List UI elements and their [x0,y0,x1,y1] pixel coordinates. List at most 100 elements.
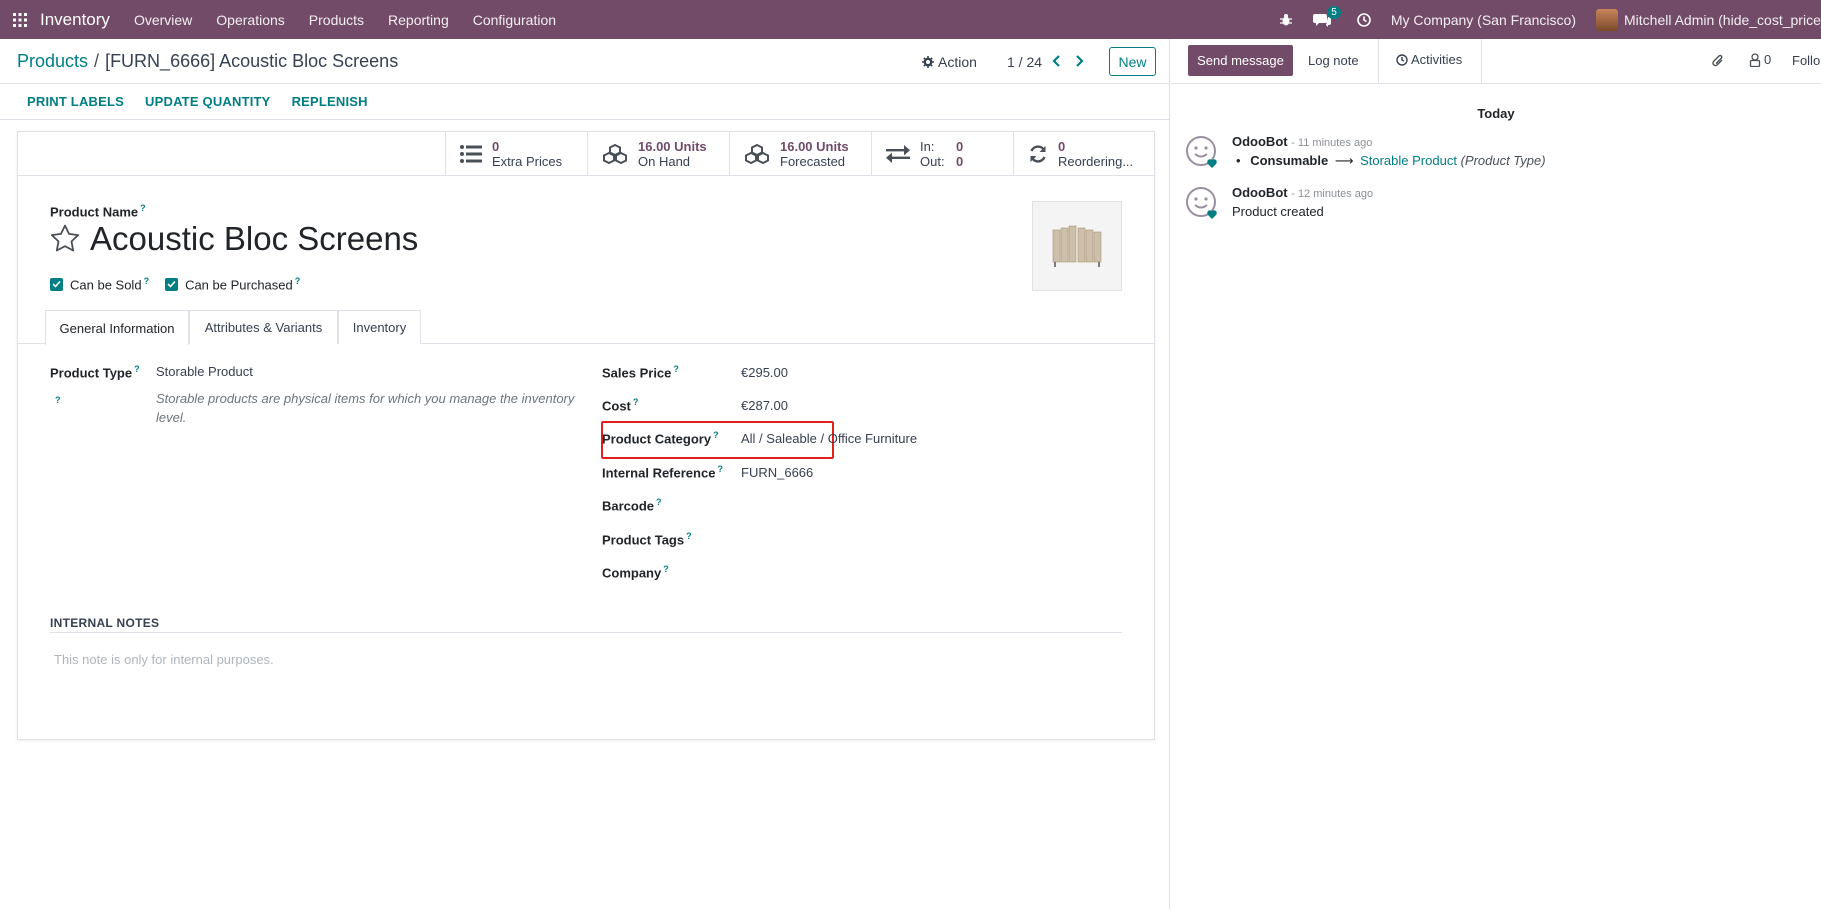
sales-price-label: Sales Price? [602,364,679,381]
breadcrumb-products[interactable]: Products [17,51,88,72]
menu-operations[interactable]: Operations [216,12,284,28]
user-menu[interactable]: Mitchell Admin (hide_cost_price_ [1624,12,1821,28]
reordering-value: 0 [1058,139,1066,154]
can-be-purchased-checkbox[interactable] [165,277,179,291]
paperclip-icon[interactable] [1711,53,1725,72]
help-tooltip[interactable]: ? [55,395,61,405]
user-lock-icon [1749,52,1761,67]
pager-previous-icon[interactable] [1052,54,1061,70]
chatter-topbar: Send message Log note Activities 0 Follo [1171,39,1821,84]
exchange-icon [886,145,910,163]
pager-value[interactable]: 1 / 24 [1007,54,1042,70]
product-category-input[interactable]: All / Saleable / Office Furniture [741,431,917,446]
help-tooltip[interactable]: ? [713,430,719,440]
in-label: In: [920,139,935,154]
reordering-label: Reordering... [1058,154,1134,169]
help-tooltip[interactable]: ? [686,531,692,541]
tab-general-information[interactable]: General Information [45,310,189,345]
help-tooltip[interactable]: ? [656,497,662,507]
follow-button[interactable]: Follo [1792,53,1820,68]
breadcrumb: Products / [FURN_6666] Acoustic Bloc Scr… [17,51,398,72]
tab-inventory[interactable]: Inventory [338,310,421,344]
activity-clock-icon[interactable] [1357,12,1371,27]
breadcrumb-separator: / [94,51,100,71]
company-label: Company? [602,564,669,581]
out-label: Out: [920,154,945,169]
debug-bug-icon[interactable] [1279,13,1293,27]
can-be-purchased-label: Can be Purchased? [185,276,301,293]
help-tooltip[interactable]: ? [673,364,679,374]
product-tags-label: Product Tags? [602,531,692,548]
control-panel: Products / [FURN_6666] Acoustic Bloc Scr… [0,39,1169,84]
send-message-button[interactable]: Send message [1188,45,1293,76]
extra-prices-value: 0 [492,139,500,154]
help-tooltip[interactable]: ? [663,564,669,574]
messages-icon[interactable]: 5 [1312,5,1341,28]
gear-icon [922,56,934,68]
help-tooltip[interactable]: ? [717,464,723,474]
on-hand-button[interactable]: 16.00 Units On Hand [587,132,729,176]
chatter-panel: Send message Log note Activities 0 Follo… [1171,39,1821,909]
in-out-button[interactable]: In: 0 Out: 0 [871,132,1013,176]
help-tooltip[interactable]: ? [140,203,146,213]
clock-icon [1396,53,1408,66]
user-avatar[interactable] [1596,8,1618,31]
company-switcher[interactable]: My Company (San Francisco) [1391,12,1576,28]
product-image[interactable] [1032,201,1122,291]
menu-reporting[interactable]: Reporting [388,12,449,28]
product-name-input[interactable]: Acoustic Bloc Screens [90,220,418,258]
app-name[interactable]: Inventory [40,10,110,30]
menu-products[interactable]: Products [309,12,364,28]
sales-price-input[interactable]: €295.00 [741,365,788,380]
notes-divider [50,632,1122,633]
apps-menu-icon[interactable] [0,0,40,39]
reordering-button[interactable]: 0 Reordering... [1013,132,1154,176]
menu-configuration[interactable]: Configuration [473,12,556,28]
pager-next-icon[interactable] [1075,54,1084,70]
product-name-label: Product Name? [50,203,146,220]
print-labels-button[interactable]: PRINT LABELS [27,94,124,109]
log-note-button[interactable]: Log note [1308,53,1359,68]
product-type-help-text: Storable products are physical items for… [156,391,575,425]
product-type-select[interactable]: Storable Product [156,364,253,379]
followers-button[interactable]: 0 [1749,52,1771,67]
forecasted-value: 16.00 Units [780,139,849,154]
replenish-button[interactable]: REPLENISH [292,94,368,109]
on-hand-value: 16.00 Units [638,139,707,154]
cubes-icon [602,144,628,164]
action-button[interactable]: Action [922,54,977,70]
tab-attributes-variants[interactable]: Attributes & Variants [189,310,338,344]
on-hand-label: On Hand [638,154,691,169]
top-navbar: Inventory Overview Operations Products R… [0,0,1821,39]
activities-label: Activities [1411,52,1463,67]
in-value: 0 [956,139,964,154]
new-button[interactable]: New [1109,47,1156,76]
message-body: Product created [1232,204,1324,219]
odoobot-avatar [1184,134,1220,173]
update-quantity-button[interactable]: UPDATE QUANTITY [145,94,271,109]
message-time: - 12 minutes ago [1291,188,1374,200]
product-name-row: Acoustic Bloc Screens [50,220,418,258]
cost-label: Cost? [602,397,639,414]
menu-overview[interactable]: Overview [134,12,192,28]
activities-button[interactable]: Activities [1396,52,1462,67]
tracking-value: • Consumable ⟶ Storable Product (Product… [1232,153,1546,169]
notebook-tabs: General Information Attributes & Variant… [18,310,1154,345]
sale-purchase-checkboxes: Can be Sold? Can be Purchased? [50,276,316,292]
extra-prices-button[interactable]: 0 Extra Prices [445,132,587,176]
cost-input[interactable]: €287.00 [741,398,788,413]
message-time: - 11 minutes ago [1291,137,1373,149]
list-icon [460,145,482,163]
help-tooltip[interactable]: ? [144,276,150,286]
internal-notes-input[interactable]: This note is only for internal purposes. [54,652,274,667]
forecasted-button[interactable]: 16.00 Units Forecasted [729,132,871,176]
message-author: OdooBot - 11 minutes ago [1232,134,1373,149]
help-tooltip[interactable]: ? [134,364,140,374]
can-be-sold-checkbox[interactable] [50,277,63,291]
favorite-star-icon[interactable] [50,224,80,255]
help-tooltip[interactable]: ? [295,276,301,286]
tracking-new-value: Storable Product [1360,153,1457,168]
help-tooltip[interactable]: ? [633,397,639,407]
internal-reference-input[interactable]: FURN_6666 [741,465,813,480]
form-sheet: 0 Extra Prices 16.00 Units On Hand 16.00… [17,131,1155,740]
